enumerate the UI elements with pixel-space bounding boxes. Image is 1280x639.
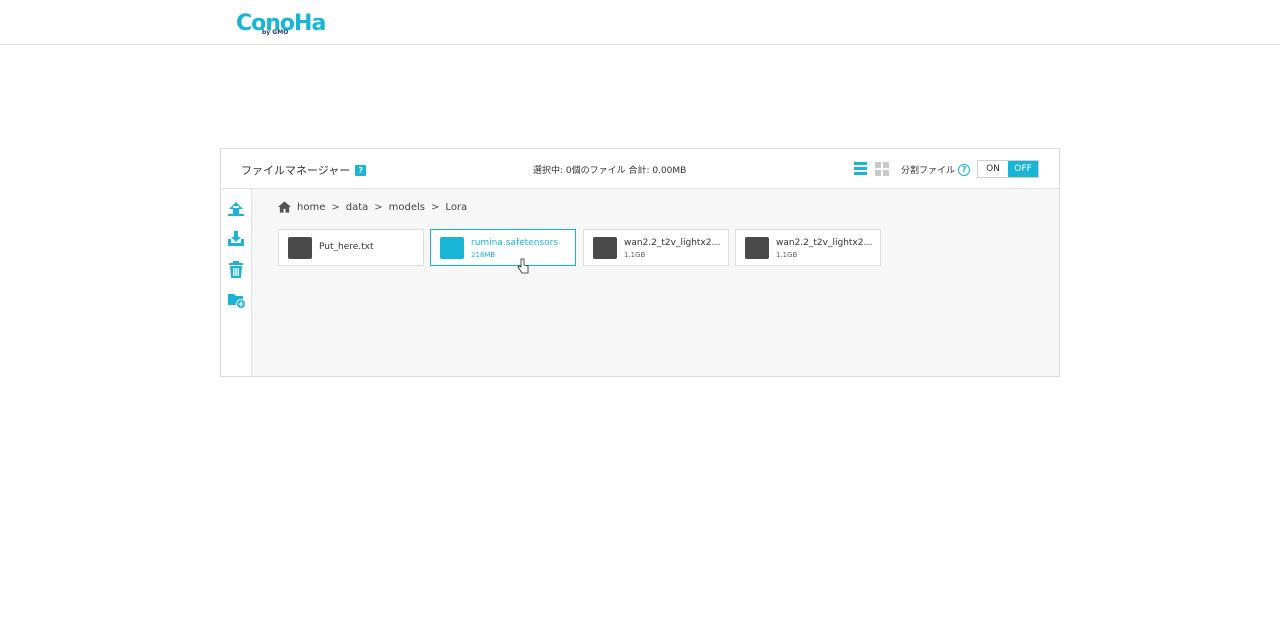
list-view-icon[interactable] (854, 162, 867, 175)
grid-view-icon[interactable] (875, 162, 889, 176)
file-puzzle-icon (440, 237, 464, 259)
file-manager-title-text: ファイルマネージャー (241, 164, 351, 177)
breadcrumb-models[interactable]: models (389, 202, 425, 213)
file-puzzle-icon (593, 237, 617, 259)
breadcrumb-lora[interactable]: Lora (445, 202, 467, 213)
breadcrumb-separator: > (374, 201, 383, 213)
new-folder-icon[interactable] (227, 291, 245, 309)
breadcrumb-separator: > (431, 201, 440, 213)
logo-subtext: by GMO (262, 29, 289, 36)
file-tile-selected[interactable]: rumina.safetensors 218MB (430, 229, 576, 266)
breadcrumb-home[interactable]: home (297, 202, 325, 213)
download-icon[interactable] (227, 230, 245, 248)
file-size: 1.1GB (776, 251, 798, 259)
breadcrumb-data[interactable]: data (346, 202, 369, 213)
split-file-text: 分割ファイル (901, 166, 956, 176)
action-sidebar (221, 189, 252, 376)
question-circle-icon[interactable]: ? (958, 163, 971, 176)
file-name: wan2.2_t2v_lightx2v_… (624, 238, 724, 248)
breadcrumb: home > data > models > Lora (278, 201, 467, 213)
file-manager-title: ファイルマネージャー ? (241, 162, 367, 178)
file-tile[interactable]: Put_here.txt (278, 229, 424, 266)
file-area: home > data > models > Lora Put_here.txt… (252, 189, 1059, 376)
help-icon[interactable]: ? (355, 164, 367, 176)
trash-icon[interactable] (227, 261, 245, 279)
toggle-off-button[interactable]: OFF (1008, 161, 1038, 177)
file-size: 218MB (471, 251, 496, 259)
file-puzzle-icon (745, 237, 769, 259)
selection-status: 選択中: 0個のファイル 合計: 0.00MB (533, 166, 687, 176)
hand-cursor-icon (517, 258, 529, 274)
file-tile[interactable]: wan2.2_t2v_lightx2v_… 1.1GB (735, 229, 881, 266)
split-file-label: 分割ファイル ? (901, 163, 971, 176)
home-icon[interactable] (278, 201, 291, 213)
breadcrumb-separator: > (331, 201, 340, 213)
file-puzzle-icon (288, 237, 312, 259)
file-manager-header: ファイルマネージャー ? 選択中: 0個のファイル 合計: 0.00MB 分割フ… (221, 149, 1059, 189)
split-file-toggle[interactable]: ON OFF (977, 160, 1039, 178)
file-manager-panel: ファイルマネージャー ? 選択中: 0個のファイル 合計: 0.00MB 分割フ… (220, 148, 1060, 377)
file-name: wan2.2_t2v_lightx2v_… (776, 238, 876, 248)
file-name: Put_here.txt (319, 242, 374, 252)
file-name: rumina.safetensors (471, 238, 559, 248)
file-size: 1.1GB (624, 251, 646, 259)
file-tile[interactable]: wan2.2_t2v_lightx2v_… 1.1GB (583, 229, 729, 266)
conoha-logo[interactable]: ConoHa by GMO (236, 8, 326, 38)
toggle-on-button[interactable]: ON (978, 161, 1008, 177)
top-bar: ConoHa by GMO (0, 0, 1280, 45)
upload-icon[interactable] (227, 199, 245, 217)
